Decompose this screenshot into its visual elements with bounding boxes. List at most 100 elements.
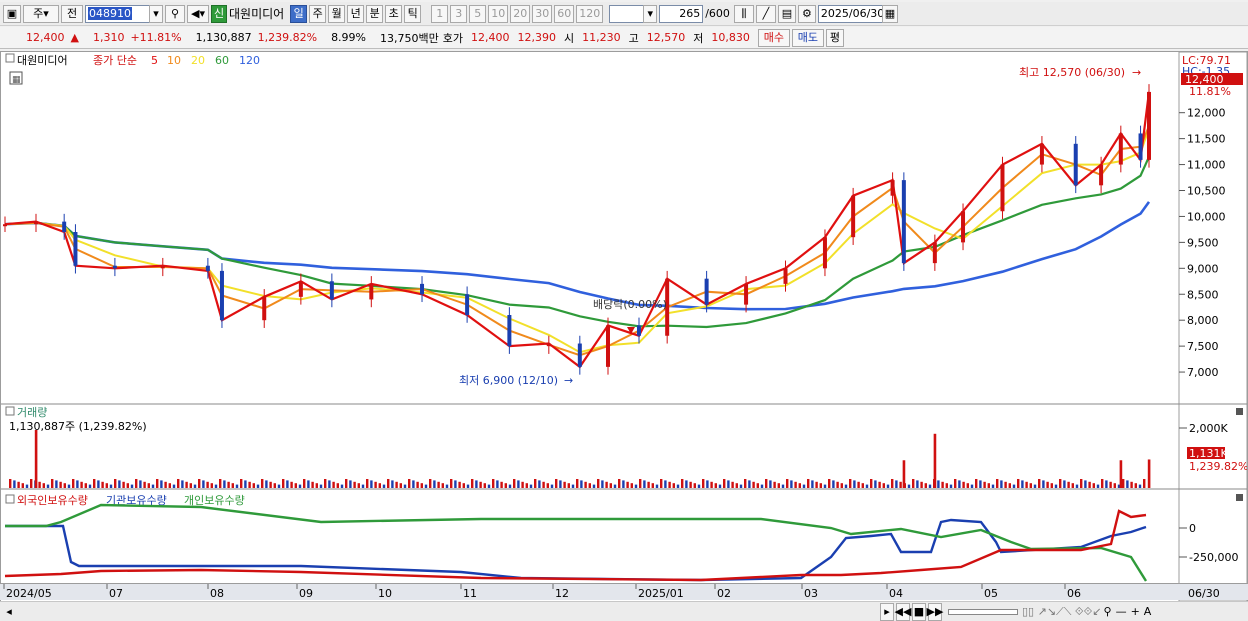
period-select[interactable]: 주 ▾ [23, 4, 59, 23]
panel-box-icon[interactable] [5, 53, 15, 63]
ma-legend-120: 120 [239, 54, 260, 67]
interval-tab-5[interactable]: 5 [469, 4, 487, 23]
interval-tab-60[interactable]: 60 [554, 4, 575, 23]
candle-type-icon[interactable]: ⫼ [733, 4, 754, 23]
interval-tab-30[interactable]: 30 [532, 4, 553, 23]
interval-tab-1[interactable]: 1 [431, 4, 449, 23]
zoom-out-icon[interactable]: — [1116, 605, 1127, 618]
volume-bar [1067, 481, 1070, 488]
stock-code-input[interactable]: 048910 [85, 4, 151, 23]
candle-body [33, 221, 38, 225]
period-tab-3[interactable]: 년 [347, 4, 365, 23]
volume-bar [248, 481, 251, 488]
volume-bar [874, 480, 877, 488]
interval-tab-10[interactable]: 10 [488, 4, 509, 23]
volume-bar [513, 479, 516, 488]
high-annotation: 최고 12,570 (06/30) [1019, 66, 1125, 79]
holdings-panel-close-icon[interactable] [1236, 494, 1243, 501]
volume-bar [357, 483, 360, 488]
zoom-slider[interactable] [948, 608, 1018, 615]
volume-bar [731, 481, 734, 488]
scroll-right-icon[interactable]: ▸ [880, 602, 894, 621]
speaker-icon[interactable]: ◀▾ [187, 4, 209, 23]
candle-body [1147, 91, 1151, 160]
volume-bar [366, 479, 369, 488]
time-label-0: 2024/05 [6, 587, 52, 600]
time-label-3: 09 [299, 587, 313, 600]
volume-panel-close-icon[interactable] [1236, 408, 1243, 415]
volume-bar [891, 479, 894, 488]
scrollbar[interactable]: ◂ ▸ ◀◀ ■ ▶▶ ▯▯ ↗↘⟋⟍ ⟐⟐↙ ⚲ — + A [0, 601, 1248, 621]
volume-bar [647, 481, 650, 488]
holdings-legend-2: 개인보유수량 [184, 494, 245, 507]
period-tab-4[interactable]: 분 [366, 4, 384, 23]
candle-body [1099, 164, 1104, 186]
volume-bar [479, 481, 482, 488]
interval-tab-3[interactable]: 3 [450, 4, 468, 23]
volume-bar [303, 479, 306, 488]
period-tab-1[interactable]: 주 [309, 4, 327, 23]
eval-button[interactable]: 평 [825, 28, 844, 47]
period-tab-6[interactable]: 틱 [404, 4, 422, 23]
volume-bar [282, 479, 285, 488]
volume-bar [714, 483, 717, 488]
volume-bar [723, 479, 726, 488]
buy-button[interactable]: 매수 [757, 28, 790, 47]
volume-spike [933, 433, 937, 488]
volume-bar [798, 483, 801, 488]
search-icon[interactable]: ⚲ [165, 4, 185, 23]
interval-dropdown-icon[interactable]: ▾ [643, 4, 658, 23]
volume-bar [1096, 484, 1100, 488]
layout-icon[interactable]: ▣ [3, 4, 21, 23]
volume-bar [55, 480, 58, 488]
volume-bar [63, 483, 66, 488]
volume-bar [51, 479, 54, 488]
candle-body [262, 296, 267, 321]
volume-bar [756, 483, 759, 488]
volume-bar [181, 480, 184, 488]
settings-icon[interactable]: ⚙ [797, 4, 816, 23]
period-tab-5[interactable]: 초 [385, 4, 403, 23]
interval-input[interactable] [609, 4, 646, 23]
volume-bar [84, 483, 87, 488]
zoom-in-icon[interactable]: + [1131, 605, 1140, 618]
chart-area[interactable]: 대원미디어 종가 단순 5 10 20 60 120 ▦ 12,000 11,500 11,… [0, 51, 1248, 602]
volume-bar [832, 480, 835, 488]
volume-bar [517, 480, 520, 488]
interval-tab-120[interactable]: 120 [576, 4, 604, 23]
volume-bar [433, 480, 436, 488]
period-tab-2[interactable]: 월 [328, 4, 346, 23]
zoom-icon[interactable]: ⚲ [1104, 605, 1112, 618]
count-input[interactable]: 265 [659, 4, 704, 23]
price-y-tick: 12,000 [1187, 107, 1226, 120]
volume-bar [475, 480, 478, 488]
price-y-tick: 10,500 [1187, 185, 1226, 198]
volume-bar [811, 480, 814, 488]
interval-tabs: 1 3 5 10 20 30 60 120 [431, 4, 605, 23]
interval-tab-20[interactable]: 20 [510, 4, 531, 23]
scroll-left-icon[interactable]: ◂ [4, 605, 14, 618]
sell-button[interactable]: 매도 [791, 28, 824, 47]
chart-tools-icon[interactable]: ▯▯ ↗↘⟋⟍ ⟐⟐↙ [1022, 605, 1102, 619]
volume-bar [97, 480, 100, 488]
volume-bar [1122, 479, 1125, 488]
volume-bar [727, 480, 730, 488]
candle-body [73, 232, 78, 266]
price-change-pct: +11.81% [130, 31, 182, 44]
calendar-icon[interactable]: ▦ [881, 4, 898, 23]
date-input[interactable]: 2025/06/30 [817, 4, 884, 23]
play-icon[interactable]: ▶▶ [927, 602, 943, 621]
draw-tool-icon[interactable]: ╱ [755, 4, 776, 23]
volume-box-icon[interactable] [5, 406, 15, 416]
save-icon[interactable]: ▤ [777, 4, 796, 23]
rewind-icon[interactable]: ◀◀ [895, 602, 911, 621]
price-y-tick: 8,000 [1187, 314, 1219, 327]
text-tool-icon[interactable]: A [1144, 605, 1152, 618]
period-tab-0[interactable]: 일 [290, 4, 308, 23]
code-dropdown-icon[interactable]: ▾ [149, 4, 163, 23]
volume-spike [1119, 460, 1123, 488]
holdings-box-icon[interactable] [5, 494, 15, 504]
pause-icon[interactable]: ■ [912, 602, 926, 621]
volume-bar [202, 480, 205, 488]
prev-button[interactable]: 전 [61, 4, 83, 23]
